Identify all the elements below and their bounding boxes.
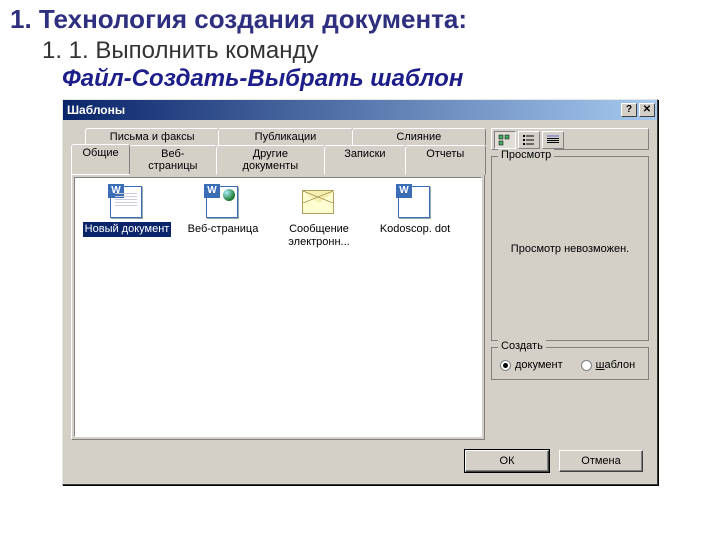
- titlebar[interactable]: Шаблоны ? ✕: [63, 100, 657, 120]
- create-legend: Создать: [498, 340, 546, 352]
- radio-label: шаблон: [596, 359, 636, 371]
- preview-legend: Просмотр: [498, 149, 554, 161]
- details-icon: [546, 134, 560, 146]
- radio-icon: [500, 360, 511, 371]
- radio-label: документ: [515, 359, 563, 371]
- template-item-label: Веб-страница: [186, 222, 261, 237]
- template-item-web-page[interactable]: Веб-страница: [175, 186, 271, 249]
- view-large-icons-button[interactable]: [494, 131, 516, 149]
- mail-icon: [302, 186, 336, 220]
- tab-web-pages[interactable]: Веб-страницы: [129, 145, 216, 175]
- view-mode-toolbar: [491, 128, 649, 150]
- create-group: Создать документ шаблон: [491, 347, 649, 380]
- tab-merge[interactable]: Слияние: [352, 128, 486, 145]
- radio-template[interactable]: шаблон: [581, 359, 636, 371]
- view-details-button[interactable]: [542, 131, 564, 149]
- close-button[interactable]: ✕: [639, 103, 655, 117]
- tabs-back-row: Письма и факсы Публикации Слияние: [71, 128, 485, 145]
- tab-publications[interactable]: Публикации: [218, 128, 352, 145]
- large-icons-icon: [498, 134, 512, 146]
- radio-document[interactable]: документ: [500, 359, 563, 371]
- heading-3: Файл-Создать-Выбрать шаблон: [62, 65, 710, 93]
- preview-message: Просмотр невозможен.: [511, 243, 629, 255]
- template-item-label: Новый документ: [83, 222, 172, 237]
- radio-icon: [581, 360, 592, 371]
- tab-notes[interactable]: Записки: [324, 145, 405, 175]
- preview-area: Просмотр невозможен.: [498, 164, 642, 334]
- tab-other-docs[interactable]: Другие документы: [216, 145, 326, 175]
- view-list-button[interactable]: [518, 131, 540, 149]
- cancel-button[interactable]: Отмена: [559, 450, 643, 472]
- document-icon: [110, 186, 144, 220]
- document-icon: [398, 186, 432, 220]
- template-item-label: Сообщение электронн...: [271, 222, 367, 249]
- help-button[interactable]: ?: [621, 103, 637, 117]
- tabs-front-row: Общие Веб-страницы Другие документы Запи…: [71, 144, 485, 174]
- dialog-title: Шаблоны: [67, 103, 125, 117]
- tab-letters-faxes[interactable]: Письма и факсы: [85, 128, 219, 145]
- heading-2: 1. 1. Выполнить команду: [42, 37, 710, 65]
- preview-group: Просмотр Просмотр невозможен.: [491, 156, 649, 341]
- template-item-label: Kodoscop. dot: [378, 222, 452, 237]
- list-icon: [522, 134, 536, 146]
- tab-reports[interactable]: Отчеты: [405, 145, 486, 175]
- template-item-email[interactable]: Сообщение электронн...: [271, 186, 367, 249]
- web-page-icon: [206, 186, 240, 220]
- template-item-kodoscop[interactable]: Kodoscop. dot: [367, 186, 463, 249]
- heading-1: 1. Технология создания документа:: [10, 4, 710, 35]
- template-item-new-document[interactable]: Новый документ: [79, 186, 175, 249]
- template-list[interactable]: Новый документ Веб-страница Сообщение эл…: [74, 177, 482, 437]
- ok-button[interactable]: ОК: [465, 450, 549, 472]
- dialog-button-row: ОК Отмена: [71, 440, 649, 476]
- tab-general[interactable]: Общие: [71, 144, 130, 174]
- templates-dialog: Шаблоны ? ✕ Письма и факсы Публикации Сл…: [62, 99, 658, 485]
